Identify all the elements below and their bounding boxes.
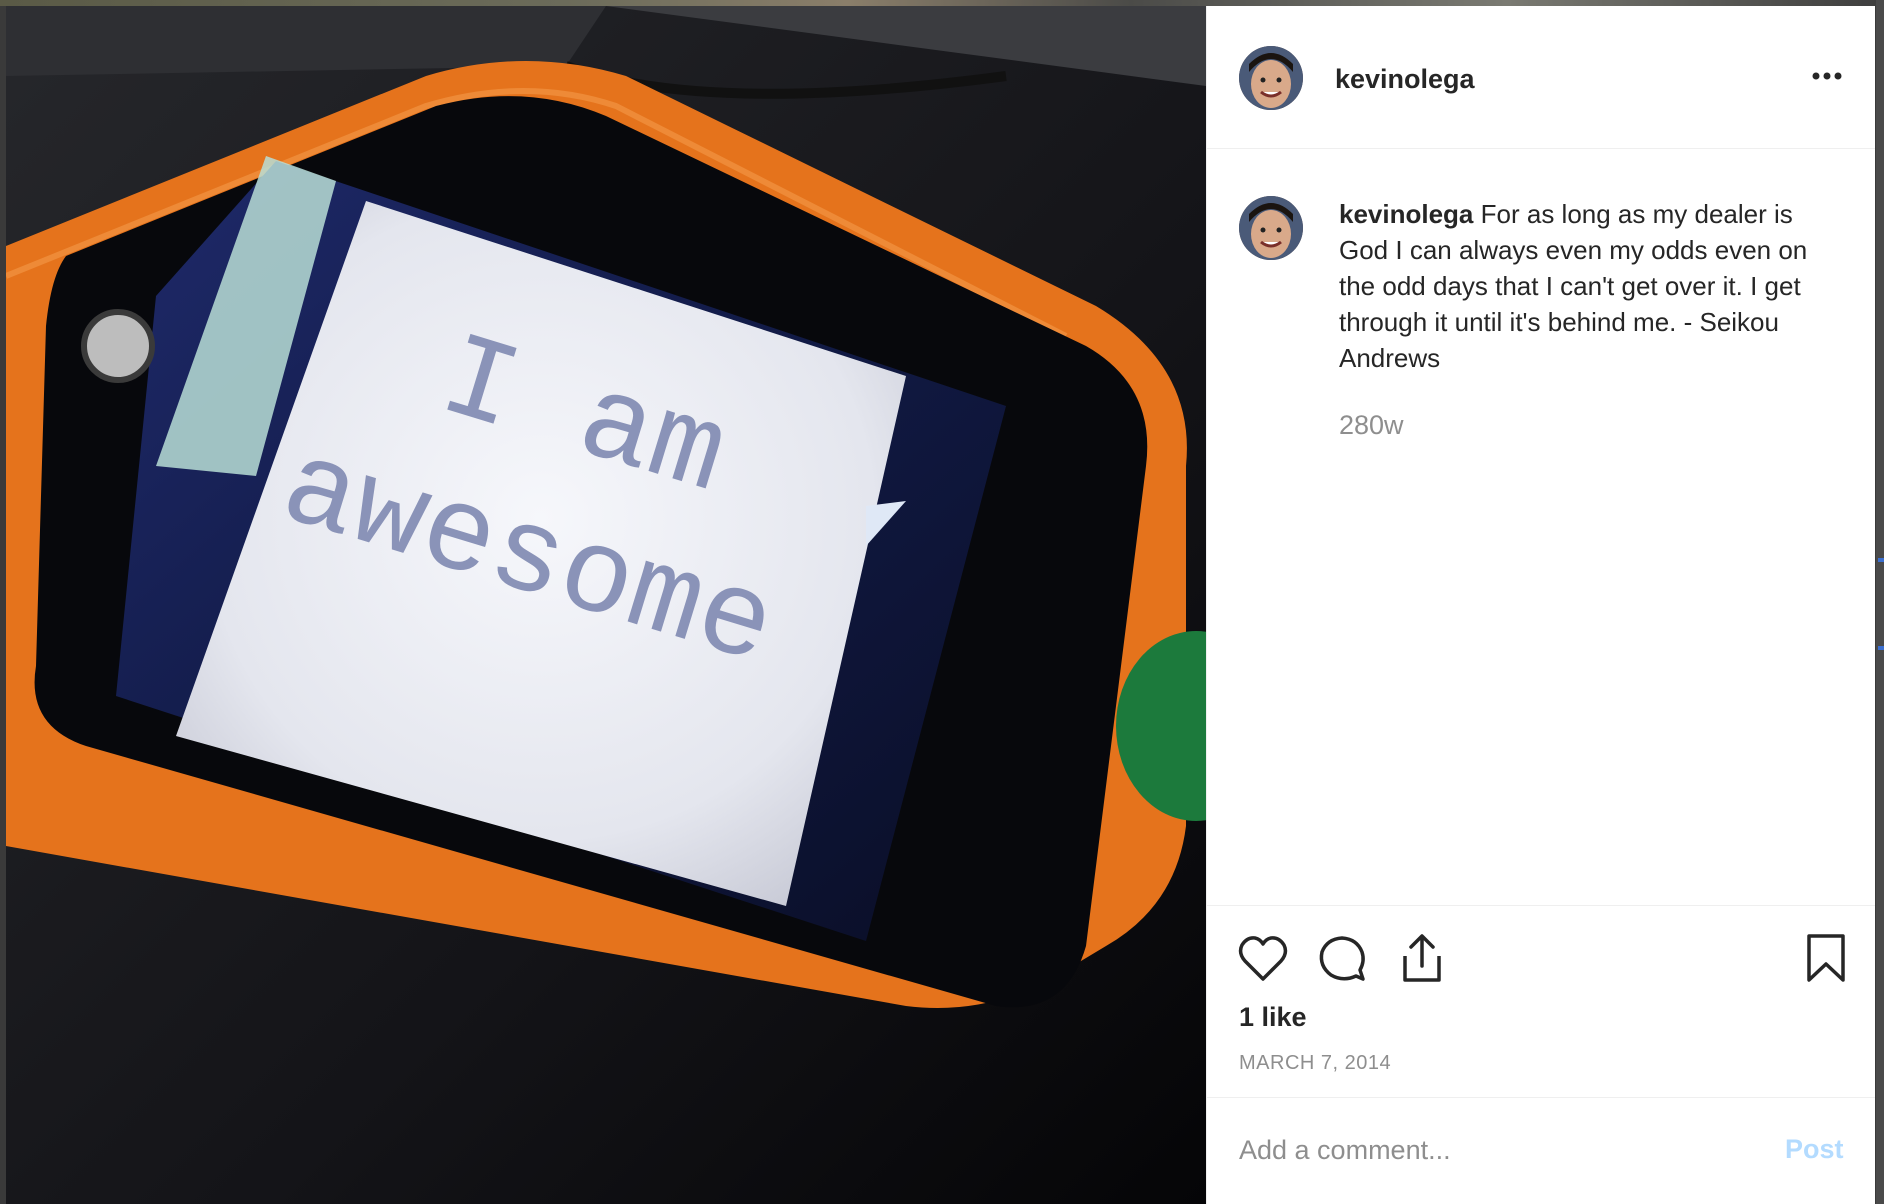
more-options-icon[interactable] bbox=[1807, 58, 1847, 94]
instagram-post-modal: I am awesome kevinolega kevinolega For a… bbox=[0, 0, 1884, 1204]
avatar-image bbox=[1239, 196, 1303, 260]
header-avatar[interactable] bbox=[1239, 46, 1303, 110]
share-icon[interactable] bbox=[1397, 932, 1447, 984]
heart-icon[interactable] bbox=[1237, 934, 1289, 984]
likes-count[interactable]: 1 like bbox=[1239, 1002, 1307, 1033]
avatar-image bbox=[1239, 46, 1303, 110]
add-comment-section: Post bbox=[1207, 1097, 1875, 1204]
bookmark-icon[interactable] bbox=[1803, 932, 1849, 984]
background-accent bbox=[1878, 558, 1884, 562]
caption-time-ago[interactable]: 280w bbox=[1339, 410, 1404, 441]
comment-bubble-icon[interactable] bbox=[1317, 934, 1367, 984]
post-header: kevinolega bbox=[1207, 6, 1875, 149]
caption-avatar[interactable] bbox=[1239, 196, 1303, 260]
post-details-panel: kevinolega kevinolega For as long as my … bbox=[1206, 6, 1875, 1204]
background-right-edge bbox=[1876, 0, 1884, 1204]
post-date[interactable]: MARCH 7, 2014 bbox=[1239, 1052, 1391, 1075]
background-accent bbox=[1878, 646, 1884, 650]
header-username[interactable]: kevinolega bbox=[1335, 64, 1475, 95]
post-actions: 1 like MARCH 7, 2014 bbox=[1207, 905, 1875, 1098]
post-caption: kevinolega For as long as my dealer is G… bbox=[1339, 196, 1849, 376]
post-photo-image: I am awesome bbox=[6, 6, 1206, 1204]
post-photo[interactable]: I am awesome bbox=[6, 6, 1206, 1204]
comment-input[interactable] bbox=[1239, 1130, 1739, 1170]
post-comment-button[interactable]: Post bbox=[1785, 1134, 1844, 1165]
caption-username[interactable]: kevinolega bbox=[1339, 199, 1473, 229]
